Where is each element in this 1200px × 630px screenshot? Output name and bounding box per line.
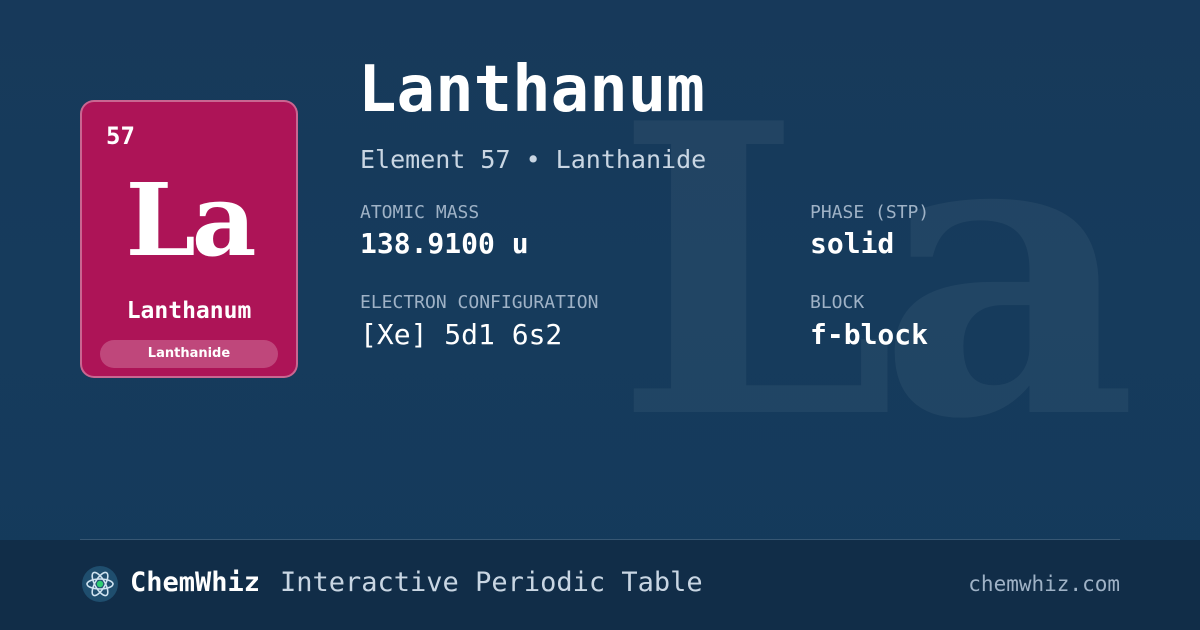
card-atomic-number: 57 [106, 122, 135, 150]
symbol-watermark: La [615, 37, 1137, 507]
card-element-name: Lanthanum [126, 298, 252, 324]
electron-config-label: ELECTRON CONFIGURATION [360, 292, 599, 313]
brand-tagline: Interactive Periodic Table [280, 567, 703, 598]
element-title: Lanthanum [358, 53, 705, 127]
brand-name: ChemWhiz [130, 567, 261, 598]
card-symbol: La [125, 161, 256, 279]
site-url: chemwhiz.com [968, 572, 1120, 596]
atomic-mass-label: ATOMIC MASS [360, 202, 480, 223]
electron-config-value: [Xe] 5d1 6s2 [360, 318, 563, 351]
phase-label: PHASE (STP) [810, 202, 930, 223]
block-value: f-block [810, 318, 929, 351]
block-label: BLOCK [810, 292, 865, 313]
footer-bar: ChemWhiz Interactive Periodic Table chem… [0, 540, 1200, 630]
phase-value: solid [810, 227, 895, 260]
card-category-badge: Lanthanide [100, 340, 278, 368]
element-subtitle: Element 57 • Lanthanide [360, 145, 707, 174]
element-card: 57 La Lanthanum Lanthanide [80, 100, 298, 378]
atom-icon [82, 566, 118, 602]
atomic-mass-value: 138.9100 u [360, 227, 529, 260]
